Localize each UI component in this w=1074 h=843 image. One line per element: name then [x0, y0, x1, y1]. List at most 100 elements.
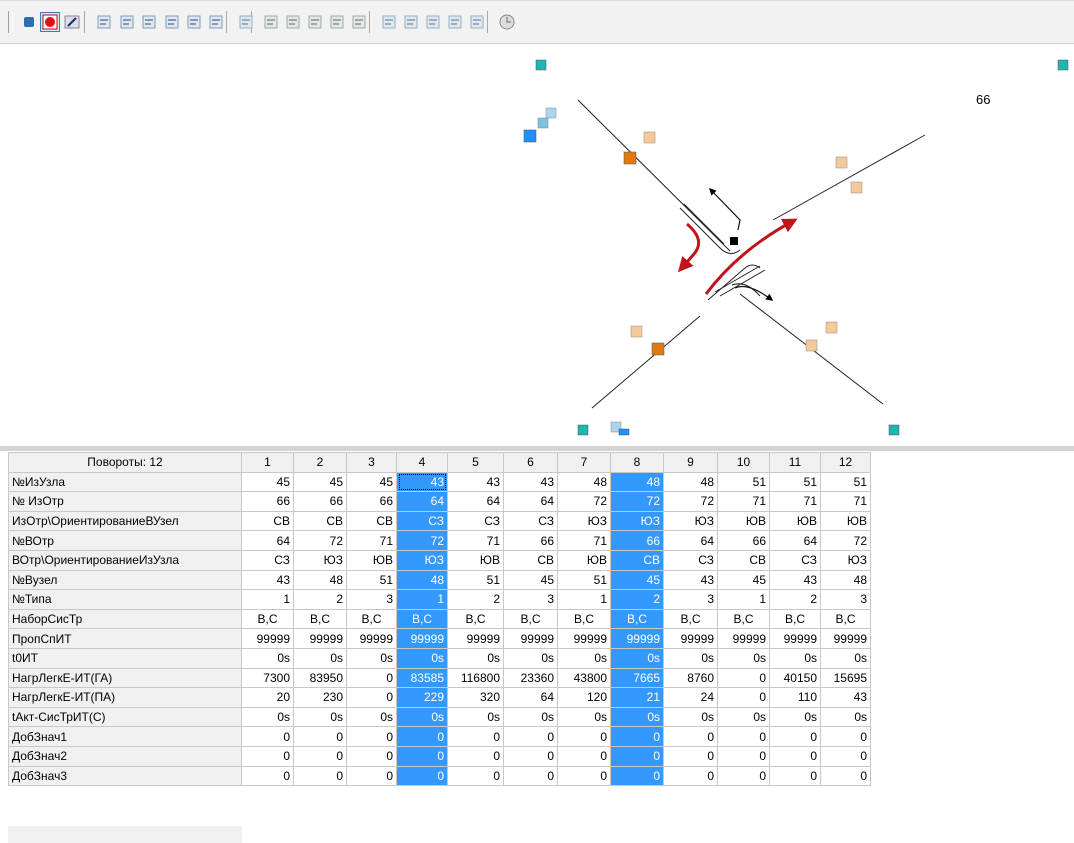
- grid-cell[interactable]: 0s: [820, 647, 871, 669]
- grid-cell[interactable]: 66: [610, 530, 664, 551]
- grid-cell[interactable]: СВ: [610, 549, 664, 571]
- grid-cell[interactable]: 99999: [293, 628, 347, 649]
- row-header[interactable]: ВОтр\ОриентированиеИзУзла: [8, 549, 242, 571]
- grid-cell[interactable]: ЮВ: [346, 549, 397, 571]
- grid-cell[interactable]: 64: [663, 530, 718, 551]
- column-header[interactable]: 8: [610, 452, 664, 473]
- grid-cell[interactable]: 23360: [503, 667, 558, 689]
- grid-cell[interactable]: 1: [396, 589, 448, 610]
- los-small-button[interactable]: [162, 12, 182, 32]
- grid-cell[interactable]: 0: [769, 765, 821, 787]
- los-arrow-button[interactable]: [206, 12, 226, 32]
- grid-cell[interactable]: 48: [557, 471, 611, 493]
- column-header[interactable]: 6: [503, 452, 558, 473]
- grid-cell[interactable]: 0: [557, 745, 611, 767]
- grid-cell[interactable]: 0: [717, 745, 770, 767]
- los-table-button[interactable]: [117, 12, 137, 32]
- grid-cell[interactable]: 0: [610, 726, 664, 747]
- table-remove-button[interactable]: [467, 12, 487, 32]
- grid-cell[interactable]: 43: [769, 569, 821, 591]
- row-header[interactable]: №ВОтр: [8, 530, 242, 551]
- grid-cell[interactable]: СВ: [503, 549, 558, 571]
- grid-cell[interactable]: 0: [447, 726, 504, 747]
- grid-cell[interactable]: СЗ: [396, 510, 448, 532]
- los-path-button[interactable]: [94, 12, 114, 32]
- grid-cell[interactable]: 0: [663, 745, 718, 767]
- grid-cell[interactable]: 0: [241, 745, 294, 767]
- grid-cell[interactable]: 51: [769, 471, 821, 493]
- los-cycle-button[interactable]: [139, 12, 159, 32]
- grid-cell[interactable]: 0s: [241, 706, 294, 728]
- grid-cell[interactable]: В,С: [820, 608, 871, 630]
- grid-cell[interactable]: 0s: [396, 647, 448, 669]
- grid-cell[interactable]: ЮЗ: [557, 510, 611, 532]
- toolbar-grip[interactable]: [8, 11, 13, 33]
- grid-cell[interactable]: 0: [717, 667, 770, 689]
- grid-cell[interactable]: 71: [557, 530, 611, 551]
- grid-cell[interactable]: 0: [769, 726, 821, 747]
- grid-cell[interactable]: 71: [346, 530, 397, 551]
- grid-cell[interactable]: 83585: [396, 667, 448, 689]
- row-header[interactable]: t0ИТ: [8, 647, 242, 669]
- grid-cell[interactable]: 0s: [293, 647, 347, 669]
- grid-cell[interactable]: 3: [503, 589, 558, 610]
- grid-cell[interactable]: В,С: [447, 608, 504, 630]
- grid-cell[interactable]: 1: [557, 589, 611, 610]
- grid-cell[interactable]: 43: [396, 471, 448, 493]
- grid-cell[interactable]: 0: [610, 765, 664, 787]
- grid-cell[interactable]: 43: [447, 471, 504, 493]
- grid-cell[interactable]: 0s: [447, 706, 504, 728]
- grid-cell[interactable]: 71: [447, 530, 504, 551]
- grid-cell[interactable]: 0: [663, 765, 718, 787]
- grid-cell[interactable]: 0s: [447, 647, 504, 669]
- grid-cell[interactable]: В,С: [610, 608, 664, 630]
- grid-corner-header[interactable]: Повороты: 12: [8, 452, 242, 473]
- column-header[interactable]: 10: [717, 452, 770, 473]
- grid-cell[interactable]: 48: [663, 471, 718, 493]
- grid-cell[interactable]: ЮЗ: [663, 510, 718, 532]
- row-header[interactable]: НагрЛегкЕ-ИТ(ПА): [8, 687, 242, 708]
- grid-cell[interactable]: 7300: [241, 667, 294, 689]
- grid-cell[interactable]: 64: [769, 530, 821, 551]
- row-header[interactable]: ИзОтр\ОриентированиеВУзел: [8, 510, 242, 532]
- grid-cell[interactable]: ЮВ: [820, 510, 871, 532]
- grid-cell[interactable]: 0: [447, 765, 504, 787]
- row-header[interactable]: ПропСпИТ: [8, 628, 242, 649]
- grid-cell[interactable]: 71: [769, 491, 821, 512]
- row-header[interactable]: НагрЛегкЕ-ИТ(ГА): [8, 667, 242, 689]
- grid-cell[interactable]: 2: [293, 589, 347, 610]
- grid-cell[interactable]: 116800: [447, 667, 504, 689]
- los-warning-button[interactable]: [184, 12, 204, 32]
- grid-cell[interactable]: 72: [820, 530, 871, 551]
- row-header[interactable]: № ИзОтр: [8, 491, 242, 512]
- grid-cell[interactable]: 0: [820, 765, 871, 787]
- grid-cell[interactable]: 0: [346, 745, 397, 767]
- grid-cell[interactable]: 120: [557, 687, 611, 708]
- grid-cell[interactable]: 0s: [293, 706, 347, 728]
- grid-cell[interactable]: СВ: [346, 510, 397, 532]
- grid-cell[interactable]: 320: [447, 687, 504, 708]
- grid-cell[interactable]: 3: [820, 589, 871, 610]
- grid-cell[interactable]: В,С: [769, 608, 821, 630]
- grid-cell[interactable]: 0: [293, 745, 347, 767]
- grid-cell[interactable]: 0: [346, 765, 397, 787]
- grid-cell[interactable]: 0: [610, 745, 664, 767]
- grid-cell[interactable]: 0s: [663, 647, 718, 669]
- grid-cell[interactable]: 45: [346, 471, 397, 493]
- grid-cell[interactable]: 0: [447, 745, 504, 767]
- grid-cell[interactable]: 8760: [663, 667, 718, 689]
- grid-cell[interactable]: 72: [396, 530, 448, 551]
- row-header[interactable]: tАкт-СисТрИТ(С): [8, 706, 242, 728]
- copy-doc-button[interactable]: [349, 12, 369, 32]
- column-header[interactable]: 11: [769, 452, 821, 473]
- grid-cell[interactable]: 1: [717, 589, 770, 610]
- grid-cell[interactable]: 2: [769, 589, 821, 610]
- grid-cell[interactable]: 0s: [769, 706, 821, 728]
- grid-cell[interactable]: 40150: [769, 667, 821, 689]
- grid-cell[interactable]: 0s: [717, 647, 770, 669]
- column-header[interactable]: 5: [447, 452, 504, 473]
- grid-cell[interactable]: 0s: [346, 647, 397, 669]
- grid-cell[interactable]: 21: [610, 687, 664, 708]
- grid-cell[interactable]: ЮВ: [447, 549, 504, 571]
- grid-cell[interactable]: 0: [396, 765, 448, 787]
